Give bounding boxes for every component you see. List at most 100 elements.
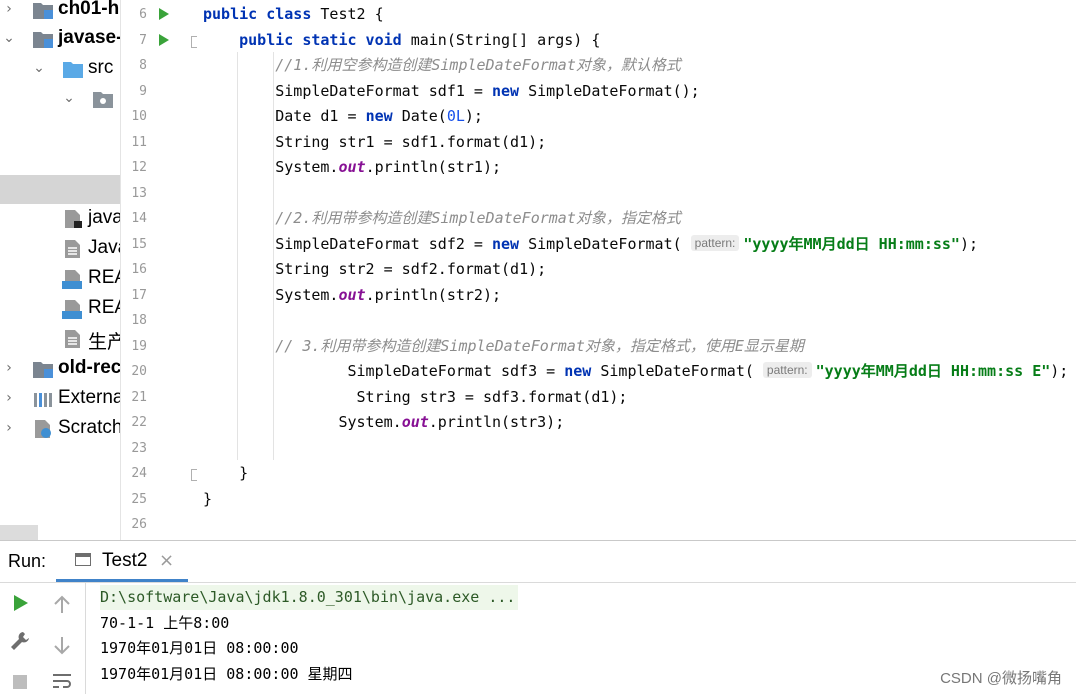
tree-item-production[interactable]: 生产	[0, 324, 120, 354]
tab-label: Test2	[102, 550, 148, 571]
tree-horizontal-scrollbar[interactable]	[0, 525, 38, 540]
markdown-file-icon	[62, 300, 82, 319]
console-icon	[75, 553, 91, 566]
wrench-icon[interactable]	[8, 629, 32, 653]
console-output-line: 1970年01月01日 08:00:00 星期四	[100, 664, 353, 683]
chevron-down-icon[interactable]: ⌄	[2, 31, 16, 45]
chevron-right-icon[interactable]: ›	[2, 2, 16, 16]
text-file-icon	[65, 330, 80, 348]
line-number: 12	[131, 160, 147, 175]
code-line: public static void main(String[] args) {	[203, 28, 600, 53]
code-token: .println(str3);	[428, 413, 565, 431]
run-toolbar	[0, 583, 86, 694]
chevron-right-icon[interactable]: ›	[2, 361, 16, 375]
code-line: System.out.println(str1);	[203, 155, 501, 180]
run-gutter-icon[interactable]	[159, 33, 169, 46]
scratch-icon	[35, 420, 51, 438]
tree-item-label: old-rec	[58, 357, 120, 378]
chevron-down-icon[interactable]: ⌄	[32, 61, 46, 75]
line-number: 11	[131, 134, 147, 150]
module-folder-icon	[33, 362, 53, 378]
arrow-up-icon[interactable]	[50, 593, 74, 617]
line-number: 19	[131, 338, 147, 354]
comment-token: // 3.利用带参构造创建SimpleDateFormat对象，指定格式，使用E…	[275, 336, 804, 355]
chevron-down-icon[interactable]: ⌄	[62, 91, 76, 105]
chevron-right-icon[interactable]: ›	[2, 391, 16, 405]
tree-item-readme-2[interactable]: REA	[0, 294, 120, 324]
tree-item-label: REA	[88, 297, 120, 318]
tree-item-src[interactable]: ⌄ src	[0, 54, 120, 84]
code-token: SimpleDateFormat(	[600, 362, 763, 380]
line-number: 13	[131, 185, 147, 201]
code-token: SimpleDateFormat sdf3 =	[203, 362, 565, 380]
keyword-token: new	[365, 107, 402, 125]
run-title: Run:	[8, 551, 47, 571]
keyword-token: new	[491, 234, 529, 253]
tab-test2[interactable]: Test2 ×	[56, 541, 188, 582]
tree-item-scratches[interactable]: › Scratch	[0, 414, 120, 444]
module-folder-icon	[33, 32, 53, 48]
line-number: 8	[139, 58, 147, 73]
code-editor[interactable]: public class Test2 { public static void …	[197, 0, 1076, 540]
code-line: //1.利用空参构造创建SimpleDateFormat对象，默认格式	[203, 53, 681, 78]
tree-item-label: ch01-h	[58, 0, 120, 19]
tree-item-package[interactable]: ⌄	[0, 84, 120, 114]
code-line: public class Test2 {	[203, 2, 384, 27]
line-number: 23	[131, 440, 147, 456]
run-gutter-icon[interactable]	[159, 8, 169, 20]
code-token: .println(str1);	[365, 158, 502, 176]
tree-item-javase[interactable]: ⌄ javase-	[0, 24, 120, 54]
code-token: String str1 = sdf1.format(d1);	[203, 132, 547, 151]
chevron-right-icon[interactable]: ›	[2, 421, 16, 435]
code-line: String str3 = sdf3.format(d1);	[203, 385, 628, 410]
code-line: String str1 = sdf1.format(d1);	[203, 130, 546, 155]
line-number: 9	[139, 83, 147, 99]
tree-item-external-libraries[interactable]: › Externa	[0, 384, 120, 414]
tree-item-java-doc[interactable]: Java	[0, 234, 120, 264]
field-token: out	[338, 285, 366, 304]
string-token: "yyyy年MM月dd日 HH:mm:ss"	[743, 234, 960, 253]
code-token: SimpleDateFormat sdf2 =	[203, 234, 492, 253]
watermark: CSDN @微扬嘴角	[940, 670, 1062, 687]
line-number: 17	[131, 287, 147, 303]
tree-item-label: java	[88, 207, 120, 228]
stop-icon[interactable]	[8, 667, 32, 691]
line-number: 24	[131, 466, 147, 481]
arrow-down-icon[interactable]	[50, 633, 74, 657]
soft-wrap-icon[interactable]	[50, 669, 74, 693]
text-file-icon	[65, 240, 80, 258]
play-icon[interactable]	[8, 591, 32, 615]
console-output[interactable]: D:\software\Java\jdk1.8.0_301\bin\java.e…	[86, 583, 1076, 694]
source-folder-icon	[63, 62, 83, 78]
selected-tree-row[interactable]	[0, 175, 120, 204]
tree-item-ch01[interactable]: › ch01-h	[0, 0, 120, 25]
keyword-token: public static void	[239, 30, 411, 49]
line-number: 22	[131, 415, 147, 430]
tree-item-old-rec[interactable]: › old-rec	[0, 354, 120, 384]
comment-token: //2.利用带参构造创建SimpleDateFormat对象，指定格式	[275, 209, 681, 227]
code-token: .println(str2);	[365, 285, 502, 304]
line-number: 20	[131, 364, 147, 379]
code-line: SimpleDateFormat sdf2 = new SimpleDateFo…	[203, 232, 978, 257]
code-token: }	[203, 489, 213, 508]
tree-item-java-file[interactable]: java	[0, 204, 120, 234]
code-token: }	[203, 464, 249, 482]
tree-item-readme-1[interactable]: REA	[0, 264, 120, 294]
line-number: 26	[131, 517, 147, 532]
code-token: SimpleDateFormat(	[528, 234, 691, 253]
code-token: SimpleDateFormat();	[528, 81, 700, 100]
tree-item-label: javase-	[58, 27, 120, 48]
line-number: 7	[139, 32, 147, 48]
line-number: 14	[131, 211, 147, 226]
console-output-line: 1970年01月01日 08:00:00	[100, 639, 299, 657]
code-token: System.	[203, 285, 339, 304]
comment-token: //1.利用空参构造创建SimpleDateFormat对象，默认格式	[275, 56, 681, 74]
code-line: //2.利用带参构造创建SimpleDateFormat对象，指定格式	[203, 206, 681, 231]
code-line: System.out.println(str2);	[203, 283, 501, 308]
code-line: System.out.println(str3);	[203, 410, 564, 435]
code-token: System.	[203, 158, 339, 176]
close-icon[interactable]: ×	[159, 550, 174, 571]
tree-item-label: Java	[88, 237, 120, 258]
